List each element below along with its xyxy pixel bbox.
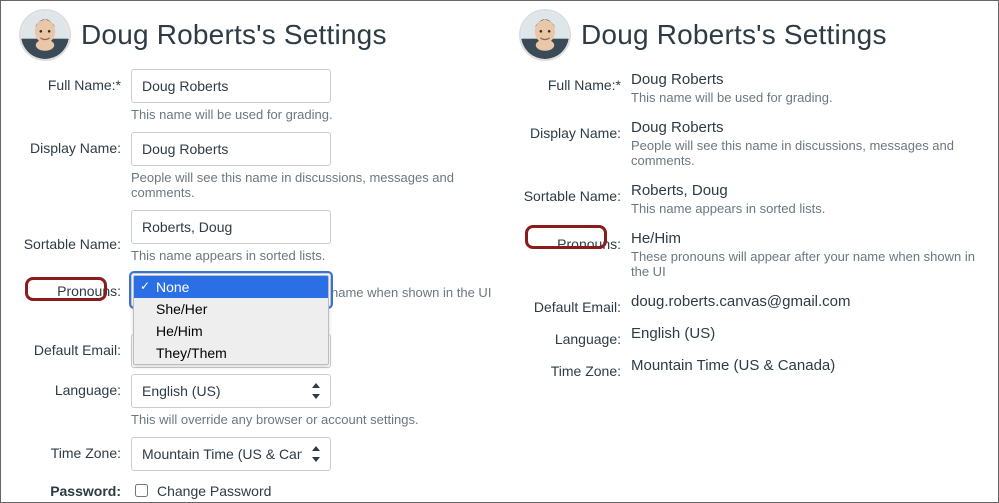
hint-sortable-name: This name appears in sorted lists. (131, 248, 483, 263)
chevrons-icon (312, 446, 322, 462)
label-pronouns: Pronouns: (519, 228, 631, 252)
label-language: Language: (19, 374, 131, 398)
full-name-input[interactable]: Doug Roberts (131, 69, 331, 103)
label-language: Language: (519, 323, 631, 347)
avatar[interactable] (519, 9, 571, 61)
page-title: Doug Roberts's Settings (581, 19, 887, 51)
timezone-select[interactable]: Mountain Time (US & Canada) ( (131, 437, 331, 471)
hint-display-name: People will see this name in discussions… (131, 170, 483, 200)
hint-pronouns: These pronouns will appear after your na… (631, 249, 982, 279)
pronouns-dropdown: None She/Her He/Him They/Them (133, 275, 329, 365)
label-sortable-name: Sortable Name: (519, 180, 631, 204)
label-display-name: Display Name: (19, 132, 131, 156)
page-title: Doug Roberts's Settings (81, 19, 387, 51)
sortable-name-value: Roberts, Doug (631, 180, 982, 199)
pronouns-value: He/Him (631, 228, 982, 247)
hint-language: This will override any browser or accoun… (131, 412, 483, 427)
label-default-email: Default Email: (19, 334, 131, 358)
change-password-input[interactable] (135, 484, 148, 497)
label-default-email: Default Email: (519, 291, 631, 315)
language-select[interactable]: English (US) (131, 374, 331, 408)
hint-display-name: People will see this name in discussions… (631, 138, 982, 168)
settings-panel-editable: Doug Roberts's Settings Full Name:* Doug… (1, 1, 501, 502)
hint-sortable-name: This name appears in sorted lists. (631, 201, 982, 216)
change-password-checkbox[interactable]: Change Password (131, 475, 483, 500)
full-name-value: Doug Roberts (631, 69, 982, 88)
display-name-input[interactable]: Doug Roberts (131, 132, 331, 166)
label-password: Password: (19, 475, 131, 499)
pronouns-option-none[interactable]: None (134, 276, 328, 298)
chevrons-icon (312, 383, 322, 399)
sortable-name-input[interactable]: Roberts, Doug (131, 210, 331, 244)
label-timezone: Time Zone: (519, 355, 631, 379)
label-display-name: Display Name: (519, 117, 631, 141)
label-pronouns: Pronouns: (19, 273, 131, 299)
default-email-value: doug.roberts.canvas@gmail.com (631, 291, 982, 310)
avatar[interactable] (19, 9, 71, 61)
label-full-name: Full Name:* (519, 69, 631, 93)
display-name-value: Doug Roberts (631, 117, 982, 136)
hint-full-name: This name will be used for grading. (631, 90, 982, 105)
language-value: English (US) (631, 323, 982, 342)
label-timezone: Time Zone: (19, 437, 131, 461)
label-sortable-name: Sortable Name: (19, 210, 131, 252)
hint-pronouns-tail: name when shown in the UI (331, 285, 491, 300)
settings-panel-readonly: Doug Roberts's Settings Full Name:* Doug… (501, 1, 999, 381)
hint-full-name: This name will be used for grading. (131, 107, 483, 122)
pronouns-option-they[interactable]: They/Them (134, 342, 328, 364)
pronouns-option-he[interactable]: He/Him (134, 320, 328, 342)
label-full-name: Full Name:* (19, 69, 131, 93)
timezone-value: Mountain Time (US & Canada) (631, 355, 982, 374)
pronouns-option-she[interactable]: She/Her (134, 298, 328, 320)
